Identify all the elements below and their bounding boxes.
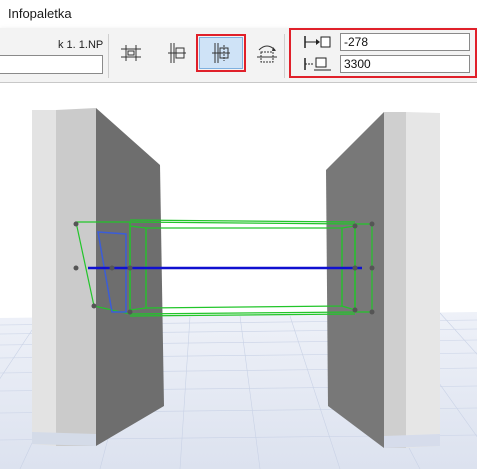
story-label: k 1. 1.NP: [58, 39, 104, 51]
3d-viewport[interactable]: [0, 83, 477, 469]
length-icon: [304, 57, 331, 71]
offset-icon: [304, 36, 331, 48]
story-field[interactable]: [0, 55, 103, 74]
beam-tool-button-4[interactable]: [250, 38, 284, 68]
highlight-box: [196, 34, 246, 72]
separator: [108, 34, 109, 78]
offset-field[interactable]: -278: [340, 33, 470, 51]
beam-geometry-icon: [121, 45, 141, 61]
length-field[interactable]: 3300: [340, 55, 470, 73]
window-title: Infopaletka: [8, 6, 72, 21]
right-wall[interactable]: [326, 112, 440, 448]
beam-tool-button-2[interactable]: [160, 38, 194, 68]
title-bar: Infopaletka: [0, 0, 477, 28]
separator: [284, 34, 285, 78]
rotate-beam-icon: [257, 45, 277, 63]
left-wall[interactable]: [32, 108, 164, 446]
beam-anchor-icon: [168, 43, 186, 63]
info-palette: k 1. 1.NP -278 3300: [0, 28, 477, 83]
beam-tool-button-1[interactable]: [114, 38, 148, 68]
